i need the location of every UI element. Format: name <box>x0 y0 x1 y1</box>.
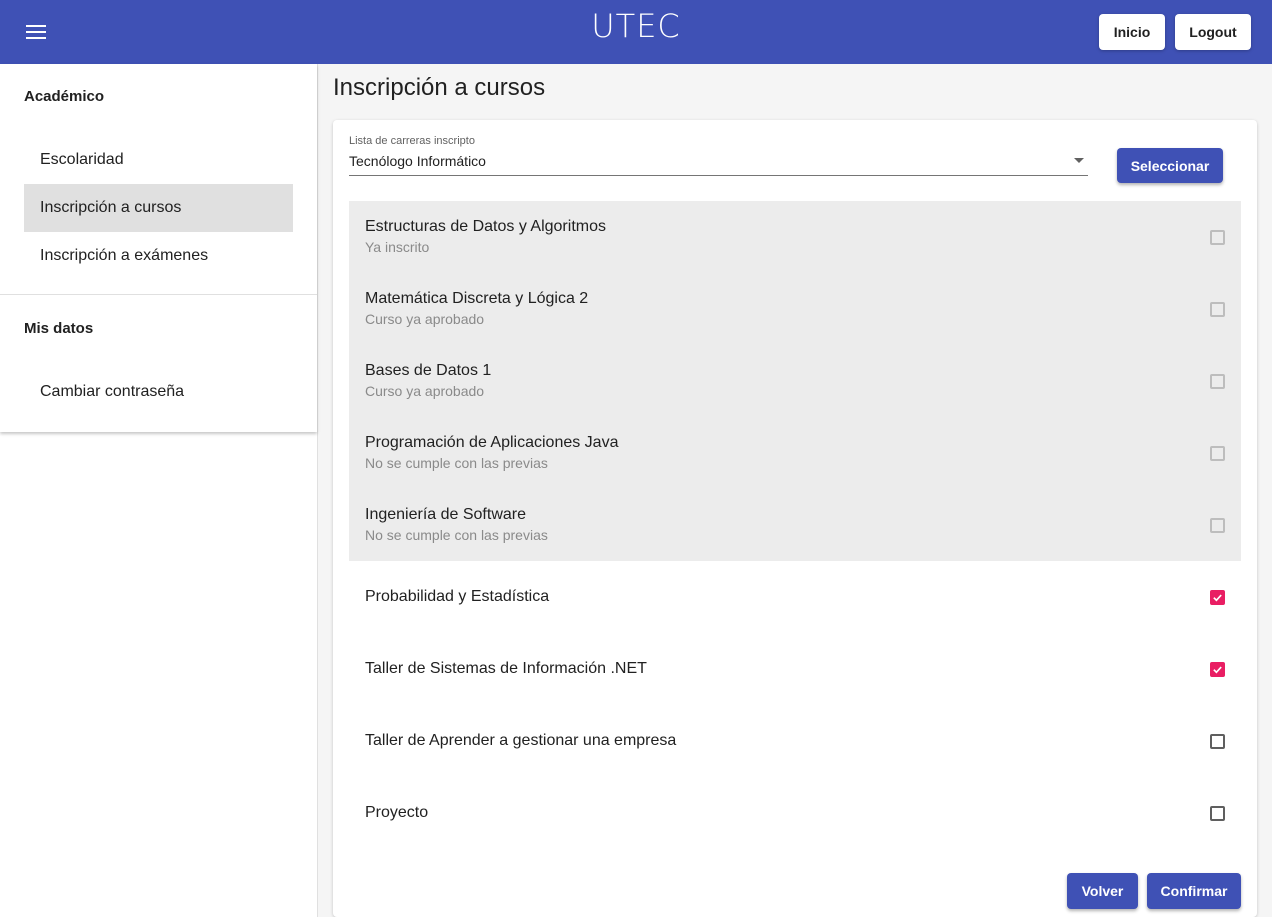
top-app-bar: UTEC Inicio Logout <box>0 0 1272 64</box>
sidebar-item-cambiar-contrasena[interactable]: Cambiar contraseña <box>24 368 293 416</box>
page-title: Inscripción a cursos <box>333 74 546 101</box>
course-row: Programación de Aplicaciones Java No se … <box>349 417 1241 489</box>
course-checkbox <box>1210 230 1225 245</box>
course-name: Bases de Datos 1 <box>365 362 492 379</box>
course-name: Taller de Aprender a gestionar una empre… <box>365 732 677 749</box>
career-select-value: Tecnólogo Informático <box>349 153 486 169</box>
course-list: Estructuras de Datos y Algoritmos Ya ins… <box>349 201 1241 849</box>
inicio-button[interactable]: Inicio <box>1099 14 1165 50</box>
course-checkbox-checked[interactable] <box>1210 662 1225 677</box>
career-select[interactable]: Tecnólogo Informático <box>349 150 1088 176</box>
course-name: Estructuras de Datos y Algoritmos <box>365 218 606 235</box>
course-status: Ya inscrito <box>365 239 430 255</box>
course-checkbox[interactable] <box>1210 734 1225 749</box>
sidebar-section-mis-datos: Mis datos <box>24 320 94 337</box>
enrollment-card: Lista de carreras inscripto Tecnólogo In… <box>333 120 1257 917</box>
course-row[interactable]: Probabilidad y Estadística <box>349 561 1241 633</box>
course-name: Matemática Discreta y Lógica 2 <box>365 290 589 307</box>
course-row[interactable]: Taller de Aprender a gestionar una empre… <box>349 705 1241 777</box>
career-select-label: Lista de carreras inscripto <box>349 135 475 147</box>
checkmark-icon <box>1213 666 1222 674</box>
course-checkbox[interactable] <box>1210 806 1225 821</box>
sidebar-section-academico: Académico <box>24 88 105 105</box>
volver-button[interactable]: Volver <box>1067 873 1138 909</box>
course-row: Bases de Datos 1 Curso ya aprobado <box>349 345 1241 417</box>
course-checkbox <box>1210 518 1225 533</box>
course-name: Ingeniería de Software <box>365 506 526 523</box>
utec-logo: UTEC <box>591 7 681 45</box>
course-row: Matemática Discreta y Lógica 2 Curso ya … <box>349 273 1241 345</box>
sidebar-item-escolaridad[interactable]: Escolaridad <box>24 136 293 184</box>
sidebar-menu: Académico Escolaridad Inscripción a curs… <box>0 64 317 432</box>
dropdown-arrow-icon <box>1074 158 1084 163</box>
course-status: No se cumple con las previas <box>365 455 548 471</box>
course-checkbox <box>1210 302 1225 317</box>
course-status: Curso ya aprobado <box>365 383 485 399</box>
sidebar: Académico Escolaridad Inscripción a curs… <box>0 64 318 917</box>
course-status: No se cumple con las previas <box>365 527 548 543</box>
course-checkbox <box>1210 446 1225 461</box>
course-name: Proyecto <box>365 804 429 821</box>
checkmark-icon <box>1213 594 1222 602</box>
course-status: Curso ya aprobado <box>365 311 485 327</box>
sidebar-item-inscripcion-examenes[interactable]: Inscripción a exámenes <box>24 232 293 280</box>
course-row: Estructuras de Datos y Algoritmos Ya ins… <box>349 201 1241 273</box>
course-row[interactable]: Taller de Sistemas de Información .NET <box>349 633 1241 705</box>
logout-button[interactable]: Logout <box>1175 14 1251 50</box>
menu-icon[interactable] <box>16 16 56 48</box>
course-name: Taller de Sistemas de Información .NET <box>365 660 647 677</box>
seleccionar-button[interactable]: Seleccionar <box>1117 148 1223 183</box>
confirmar-button[interactable]: Confirmar <box>1147 873 1241 909</box>
course-name: Programación de Aplicaciones Java <box>365 434 619 451</box>
sidebar-divider <box>0 294 317 295</box>
course-row[interactable]: Proyecto <box>349 777 1241 849</box>
course-name: Probabilidad y Estadística <box>365 588 550 605</box>
sidebar-item-inscripcion-cursos[interactable]: Inscripción a cursos <box>24 184 293 232</box>
course-row: Ingeniería de Software No se cumple con … <box>349 489 1241 561</box>
course-checkbox-checked[interactable] <box>1210 590 1225 605</box>
course-checkbox <box>1210 374 1225 389</box>
